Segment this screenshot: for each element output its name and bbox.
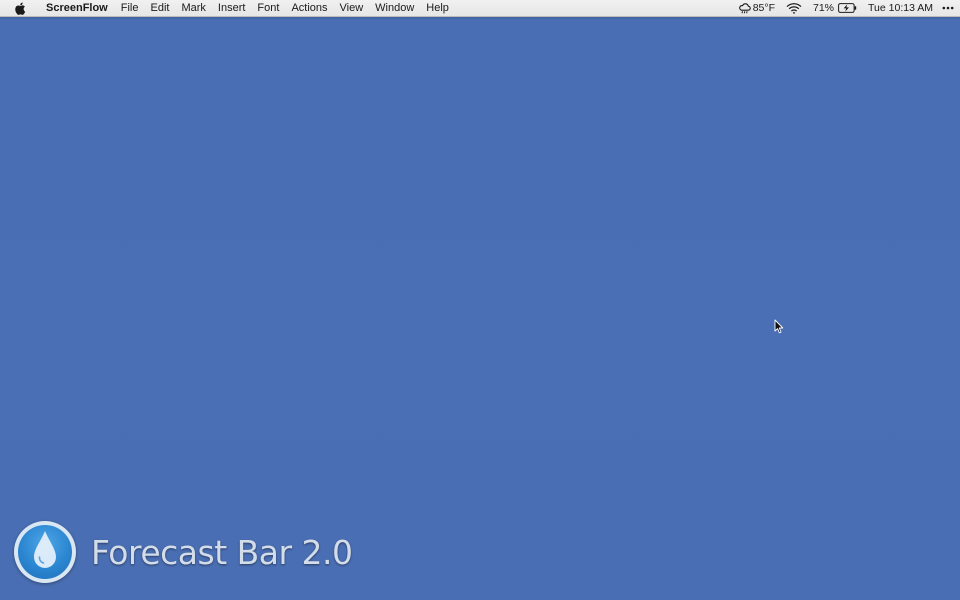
more-icon[interactable] — [942, 6, 954, 10]
menu-edit[interactable]: Edit — [144, 0, 175, 17]
wifi-status[interactable] — [786, 2, 802, 14]
wifi-icon — [786, 2, 802, 14]
clock[interactable]: Tue 10:13 AM — [868, 2, 933, 14]
forecast-bar-logo — [14, 521, 76, 583]
menu-mark[interactable]: Mark — [175, 0, 211, 17]
mouse-pointer-icon — [774, 319, 784, 334]
menu-insert[interactable]: Insert — [212, 0, 252, 17]
menu-help[interactable]: Help — [420, 0, 455, 17]
weather-temperature: 85°F — [752, 2, 775, 14]
apple-icon[interactable] — [14, 2, 26, 15]
logo-inner-circle — [18, 525, 72, 579]
battery-charging-icon — [834, 3, 857, 13]
menu-font[interactable]: Font — [251, 0, 285, 17]
weather-status[interactable]: 85°F — [738, 2, 775, 14]
menu-view[interactable]: View — [334, 0, 370, 17]
battery-status[interactable]: 71% — [813, 2, 857, 14]
raindrop-icon — [31, 530, 59, 575]
menu-actions[interactable]: Actions — [285, 0, 333, 17]
battery-percentage: 71% — [813, 2, 835, 14]
menu-bar: ScreenFlow File Edit Mark Insert Font Ac… — [0, 0, 960, 17]
menu-window[interactable]: Window — [369, 0, 420, 17]
weather-cloud-icon — [738, 2, 753, 14]
menu-bar-status: 85°F 71% Tue 10:13 AM — [738, 0, 960, 17]
desktop-background[interactable] — [0, 0, 960, 600]
menu-bar-left: ScreenFlow File Edit Mark Insert Font Ac… — [0, 0, 455, 17]
watermark-title: Forecast Bar 2.0 — [91, 532, 353, 572]
menu-app-name[interactable]: ScreenFlow — [40, 0, 115, 17]
forecast-bar-watermark: Forecast Bar 2.0 — [14, 521, 353, 583]
menu-file[interactable]: File — [115, 0, 145, 17]
